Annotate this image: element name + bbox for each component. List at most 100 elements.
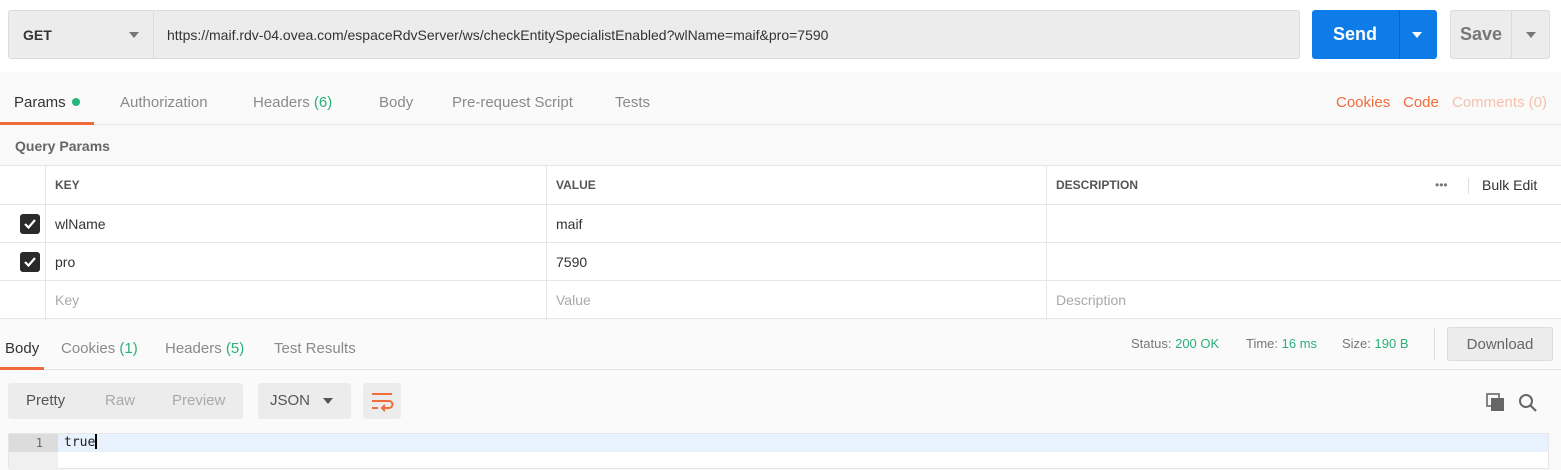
tab-prerequest-label: Pre-request Script	[452, 94, 573, 111]
request-bar: GET https://maif.rdv-04.ovea.com/espaceR…	[0, 0, 1561, 72]
param-description-cell[interactable]	[1047, 205, 1056, 242]
time-label: Time:	[1246, 336, 1279, 351]
param-description-cell[interactable]	[1047, 243, 1056, 280]
text-cursor	[95, 434, 98, 449]
save-label: Save	[1459, 24, 1503, 44]
response-tabs: Body Cookies (1) Headers (5) Test Result…	[0, 320, 1561, 370]
language-label: JSON	[270, 392, 311, 409]
table-row: wlName maif	[0, 205, 1561, 243]
column-header-value: VALUE	[556, 178, 596, 192]
param-key-cell[interactable]: pro	[46, 243, 75, 280]
code-link[interactable]: Code	[1403, 73, 1439, 125]
comments-link-label: Comments (0)	[1452, 94, 1548, 111]
wrap-lines-button[interactable]	[363, 383, 401, 419]
tab-response-headers-count: (5)	[225, 340, 245, 357]
method-select[interactable]: GET	[8, 10, 153, 59]
table-header-row: KEY VALUE DESCRIPTION ••• Bulk Edit	[0, 166, 1561, 205]
tab-authorization-label: Authorization	[120, 94, 208, 111]
view-preview-button[interactable]: Preview	[172, 383, 225, 419]
new-param-row: Key Value Description	[0, 281, 1561, 319]
tab-response-body-label: Body	[5, 340, 40, 357]
send-label: Send	[1332, 24, 1377, 44]
save-button[interactable]: Save	[1450, 10, 1550, 59]
line-number: 1	[9, 434, 58, 452]
size-value[interactable]: 190 B	[1375, 336, 1409, 351]
tab-body-label: Body	[379, 94, 414, 111]
view-raw-button[interactable]: Raw	[105, 383, 135, 419]
copy-icon[interactable]	[1486, 393, 1506, 413]
param-value-cell[interactable]: 7590	[547, 243, 587, 280]
url-input[interactable]: https://maif.rdv-04.ovea.com/espaceRdvSe…	[153, 10, 1300, 59]
chevron-down-icon[interactable]	[1412, 32, 1422, 38]
language-select[interactable]: JSON	[258, 383, 351, 419]
bulk-edit-link[interactable]: Bulk Edit	[1473, 166, 1537, 204]
code-link-label: Code	[1403, 94, 1439, 111]
url-text: https://maif.rdv-04.ovea.com/espaceRdvSe…	[167, 26, 829, 43]
save-divider	[1511, 11, 1512, 58]
tab-response-headers[interactable]: Headers (5)	[165, 320, 244, 370]
size-label: Size:	[1342, 336, 1371, 351]
view-pretty-button[interactable]: Pretty	[26, 383, 65, 419]
tab-params[interactable]: Params	[0, 73, 94, 125]
cookies-link[interactable]: Cookies	[1336, 73, 1390, 125]
tab-response-cookies-count: (1)	[119, 340, 138, 357]
tab-params-label: Params	[14, 94, 66, 111]
cookies-link-label: Cookies	[1336, 94, 1391, 111]
download-button[interactable]: Download	[1447, 327, 1553, 361]
header-divider	[1468, 178, 1469, 194]
check-icon	[24, 257, 36, 268]
download-label: Download	[1466, 335, 1534, 353]
tab-prerequest-script[interactable]: Pre-request Script	[452, 73, 573, 125]
status-readout: Status: 200 OK	[1131, 336, 1219, 351]
active-dot-icon	[71, 98, 80, 106]
view-mode-group: Pretty Raw Preview	[8, 383, 243, 419]
status-value[interactable]: 200 OK	[1175, 336, 1219, 351]
meta-divider	[1434, 328, 1435, 360]
method-label: GET	[23, 26, 52, 43]
check-icon	[24, 219, 36, 230]
param-value-cell[interactable]: maif	[547, 205, 582, 242]
new-value-input[interactable]: Value	[547, 281, 591, 319]
time-value[interactable]: 16 ms	[1282, 336, 1317, 351]
response-format-bar: Pretty Raw Preview JSON	[0, 371, 1561, 433]
column-header-key: KEY	[55, 178, 80, 192]
tab-test-results[interactable]: Test Results	[274, 320, 356, 370]
tab-headers-label: Headers	[253, 94, 310, 111]
code-text: true	[64, 435, 96, 450]
response-body-editor[interactable]: 1 true	[8, 433, 1549, 470]
status-label: Status:	[1131, 336, 1172, 351]
tab-response-cookies-label: Cookies	[61, 340, 116, 357]
new-key-input[interactable]: Key	[46, 281, 79, 319]
chevron-down-icon	[323, 398, 333, 404]
code-line[interactable]: true	[58, 434, 1548, 452]
tab-tests-label: Tests	[615, 94, 651, 111]
tab-body[interactable]: Body	[379, 73, 413, 125]
row-enabled-checkbox[interactable]	[20, 214, 40, 234]
tab-response-cookies[interactable]: Cookies (1)	[61, 320, 138, 370]
more-options-icon[interactable]: •••	[1426, 166, 1448, 204]
size-readout: Size: 190 B	[1342, 336, 1409, 351]
time-readout: Time: 16 ms	[1246, 336, 1317, 351]
chevron-down-icon[interactable]	[1526, 32, 1536, 38]
tab-headers[interactable]: Headers (6)	[253, 73, 332, 125]
tab-authorization[interactable]: Authorization	[120, 73, 208, 125]
send-button[interactable]: Send	[1312, 10, 1437, 59]
column-header-description: DESCRIPTION	[1056, 178, 1139, 192]
new-description-input[interactable]: Description	[1047, 281, 1126, 319]
query-params-table: KEY VALUE DESCRIPTION ••• Bulk Edit wlNa…	[0, 165, 1561, 320]
comments-link[interactable]: Comments (0)	[1452, 73, 1547, 125]
tab-response-headers-label: Headers	[165, 340, 222, 357]
search-icon[interactable]	[1518, 393, 1538, 413]
tab-response-body[interactable]: Body	[0, 320, 45, 370]
tab-tests[interactable]: Tests	[615, 73, 650, 125]
query-params-title: Query Params	[15, 138, 110, 154]
request-tabs: Params Authorization Headers (6) Body Pr…	[0, 73, 1561, 125]
send-divider	[1399, 10, 1400, 59]
chevron-down-icon	[129, 32, 139, 38]
wrap-icon	[372, 393, 394, 412]
tab-headers-count: (6)	[313, 94, 333, 111]
param-key-cell[interactable]: wlName	[46, 205, 106, 242]
tab-test-results-label: Test Results	[274, 340, 356, 357]
table-row: pro 7590	[0, 243, 1561, 281]
row-enabled-checkbox[interactable]	[20, 252, 40, 272]
